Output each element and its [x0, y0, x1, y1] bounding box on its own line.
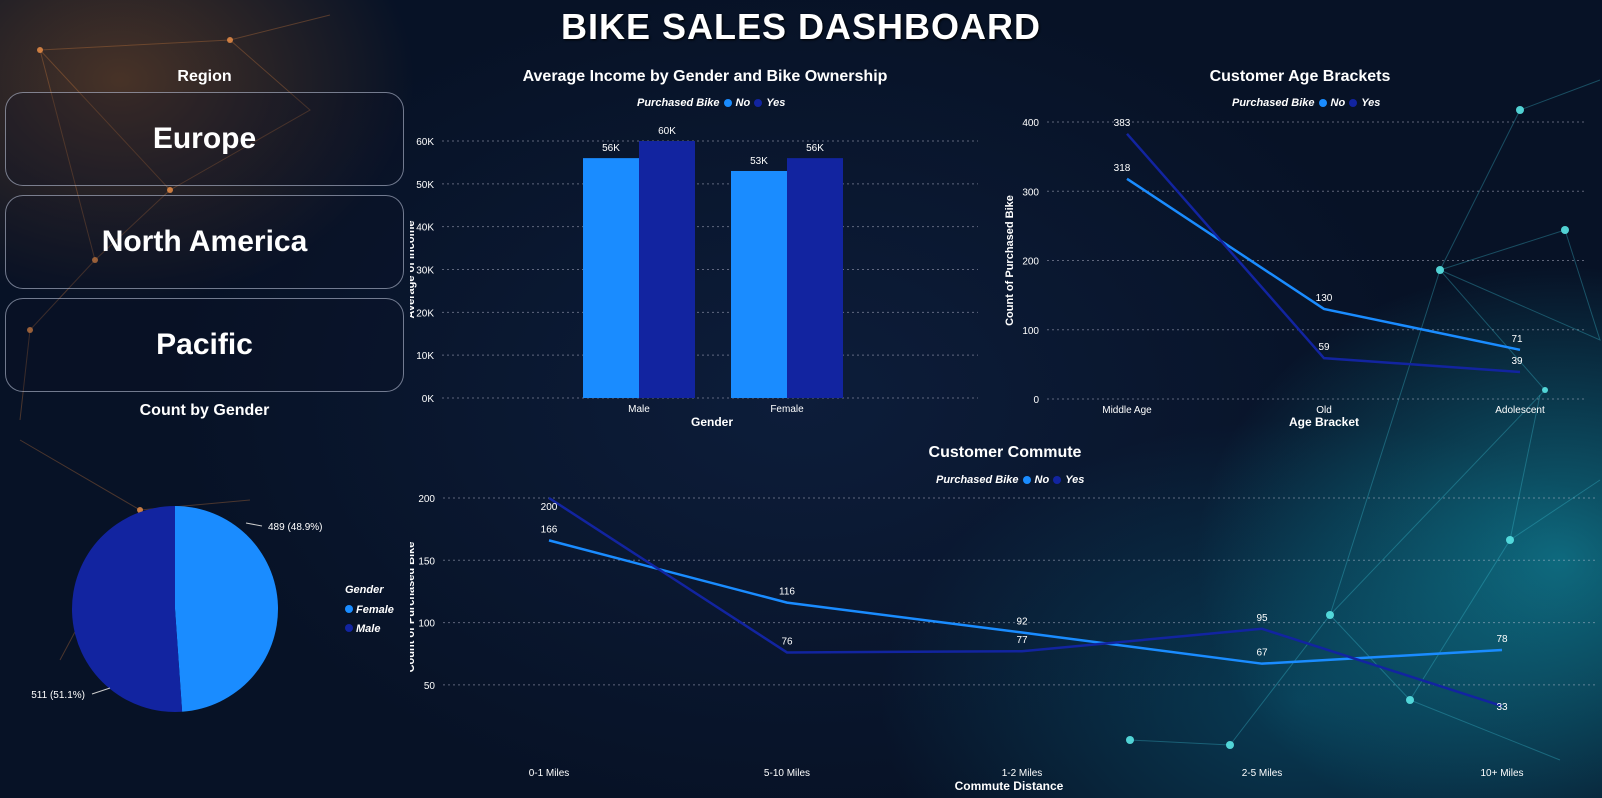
point-data-label: 33	[1496, 702, 1508, 713]
x-axis-label: Commute Distance	[955, 779, 1064, 793]
y-tick-label: 50	[424, 681, 436, 692]
y-tick-label: 400	[1022, 118, 1039, 129]
x-tick-label: Female	[770, 404, 804, 415]
point-data-label: 166	[541, 524, 558, 535]
legend-swatch-no	[1318, 99, 1327, 107]
y-tick-label: 30K	[416, 266, 434, 277]
x-axis-label: Gender	[691, 415, 733, 429]
legend-swatch-yes	[754, 99, 763, 107]
legend-title: Gender	[345, 584, 384, 596]
bar-data-label: 53K	[750, 156, 768, 167]
x-tick-label: Middle Age	[1102, 405, 1152, 416]
x-tick-label: 1-2 Miles	[1002, 768, 1043, 779]
legend-swatch-no	[723, 99, 732, 107]
pie-data-label: 489 (48.9%)	[268, 522, 322, 533]
point-data-label: 318	[1114, 163, 1131, 174]
y-tick-label: 20K	[416, 308, 434, 319]
y-tick-label: 60K	[416, 137, 434, 148]
y-tick-label: 0K	[422, 394, 435, 405]
y-tick-label: 10K	[416, 351, 434, 362]
commute-line-chart: 50 100 150 200 Count of Purchased Bike Commut…	[410, 494, 1595, 793]
legend-title: Purchased Bike	[637, 97, 720, 109]
x-tick-label: Adolescent	[1495, 405, 1545, 416]
bar-data-label: 60K	[658, 126, 676, 137]
x-tick-label: Old	[1316, 405, 1332, 416]
point-data-label: 59	[1318, 342, 1330, 353]
x-tick-label: 0-1 Miles	[529, 768, 570, 779]
legend-label-no: No	[735, 97, 751, 109]
y-tick-label: 100	[418, 619, 435, 630]
age-chart-title: Customer Age Brackets	[1209, 68, 1391, 85]
age-line-chart: 0 100 200 300 400 Count of Purchased Bike Age …	[1005, 118, 1585, 429]
commute-chart-title: Customer Commute	[928, 444, 1082, 461]
point-data-label: 95	[1256, 613, 1268, 624]
income-chart-title: Average Income by Gender and Bike Owners…	[522, 68, 888, 85]
gender-chart-title: Count by Gender	[139, 402, 270, 419]
series-line-yes	[548, 496, 1503, 708]
pie-slice-female	[175, 506, 279, 712]
legend-label-female: Female	[356, 604, 394, 616]
y-tick-label: 150	[418, 556, 435, 567]
pie-slice-male	[72, 506, 183, 712]
legend-label-no: No	[1330, 97, 1346, 109]
legend-title: Purchased Bike	[1232, 97, 1315, 109]
pie-leader-line	[91, 687, 111, 695]
x-axis-label: Age Bracket	[1289, 415, 1359, 429]
y-tick-label: 100	[1022, 326, 1039, 337]
pie-leader-line	[245, 522, 263, 527]
point-data-label: 39	[1511, 356, 1523, 367]
legend-label-male: Male	[356, 623, 380, 635]
region-slicer-title: Region	[177, 68, 232, 85]
y-tick-label: 0	[1033, 395, 1039, 406]
legend-swatch-male	[345, 624, 353, 632]
income-bar-chart: 0K 10K 20K 30K 40K 50K 60K Average of Income Gen…	[410, 126, 978, 429]
gender-pie-chart: 489 (48.9%) 511 (51.1%) Gender Female Male	[31, 506, 394, 712]
bar-yes	[787, 158, 843, 398]
dashboard-title: BIKE SALES DASHBOARD	[560, 6, 1042, 47]
age-chart-legend: Purchased Bike No Yes	[1232, 97, 1380, 109]
point-data-label: 71	[1511, 334, 1523, 345]
point-data-label: 92	[1016, 617, 1028, 628]
y-tick-label: 40K	[416, 223, 434, 234]
y-tick-label: 300	[1022, 187, 1039, 198]
y-tick-label: 50K	[416, 180, 434, 191]
x-tick-label: 10+ Miles	[1480, 768, 1523, 779]
y-tick-label: 200	[1022, 257, 1039, 268]
x-tick-label: Male	[628, 404, 650, 415]
point-data-label: 76	[781, 636, 793, 647]
region-option-europe[interactable]: Europe	[5, 92, 404, 186]
point-data-label: 383	[1114, 118, 1131, 129]
y-tick-label: 200	[418, 494, 435, 505]
bar-no	[583, 158, 639, 398]
bar-data-label: 56K	[806, 143, 824, 154]
legend-swatch-no	[1022, 476, 1031, 484]
income-chart-legend: Purchased Bike No Yes	[637, 97, 785, 109]
point-data-label: 78	[1496, 634, 1508, 645]
point-data-label: 200	[541, 502, 558, 513]
series-line-yes	[1126, 132, 1521, 374]
region-option-north-america[interactable]: North America	[5, 195, 404, 289]
y-axis-label: Count of Purchased Bike	[410, 542, 417, 673]
y-axis-label: Count of Purchased Bike	[1005, 195, 1016, 326]
point-data-label: 116	[779, 587, 795, 598]
point-data-label: 130	[1316, 293, 1333, 304]
x-tick-label: 5-10 Miles	[764, 768, 810, 779]
bar-data-label: 56K	[602, 143, 620, 154]
y-axis-label: Average of Income	[410, 220, 417, 318]
point-data-label: 77	[1016, 635, 1028, 646]
legend-swatch-yes	[1053, 476, 1062, 484]
point-data-label: 67	[1256, 648, 1268, 659]
bar-no	[731, 170, 787, 398]
legend-label-yes: Yes	[766, 97, 786, 109]
region-option-pacific[interactable]: Pacific	[5, 298, 404, 392]
bar-yes	[639, 141, 695, 398]
legend-swatch-yes	[1349, 99, 1358, 107]
pie-data-label: 511 (51.1%)	[31, 690, 85, 701]
legend-swatch-female	[345, 605, 353, 613]
series-line-no	[1126, 177, 1521, 352]
x-tick-label: 2-5 Miles	[1242, 768, 1283, 779]
legend-label-yes: Yes	[1361, 97, 1381, 109]
